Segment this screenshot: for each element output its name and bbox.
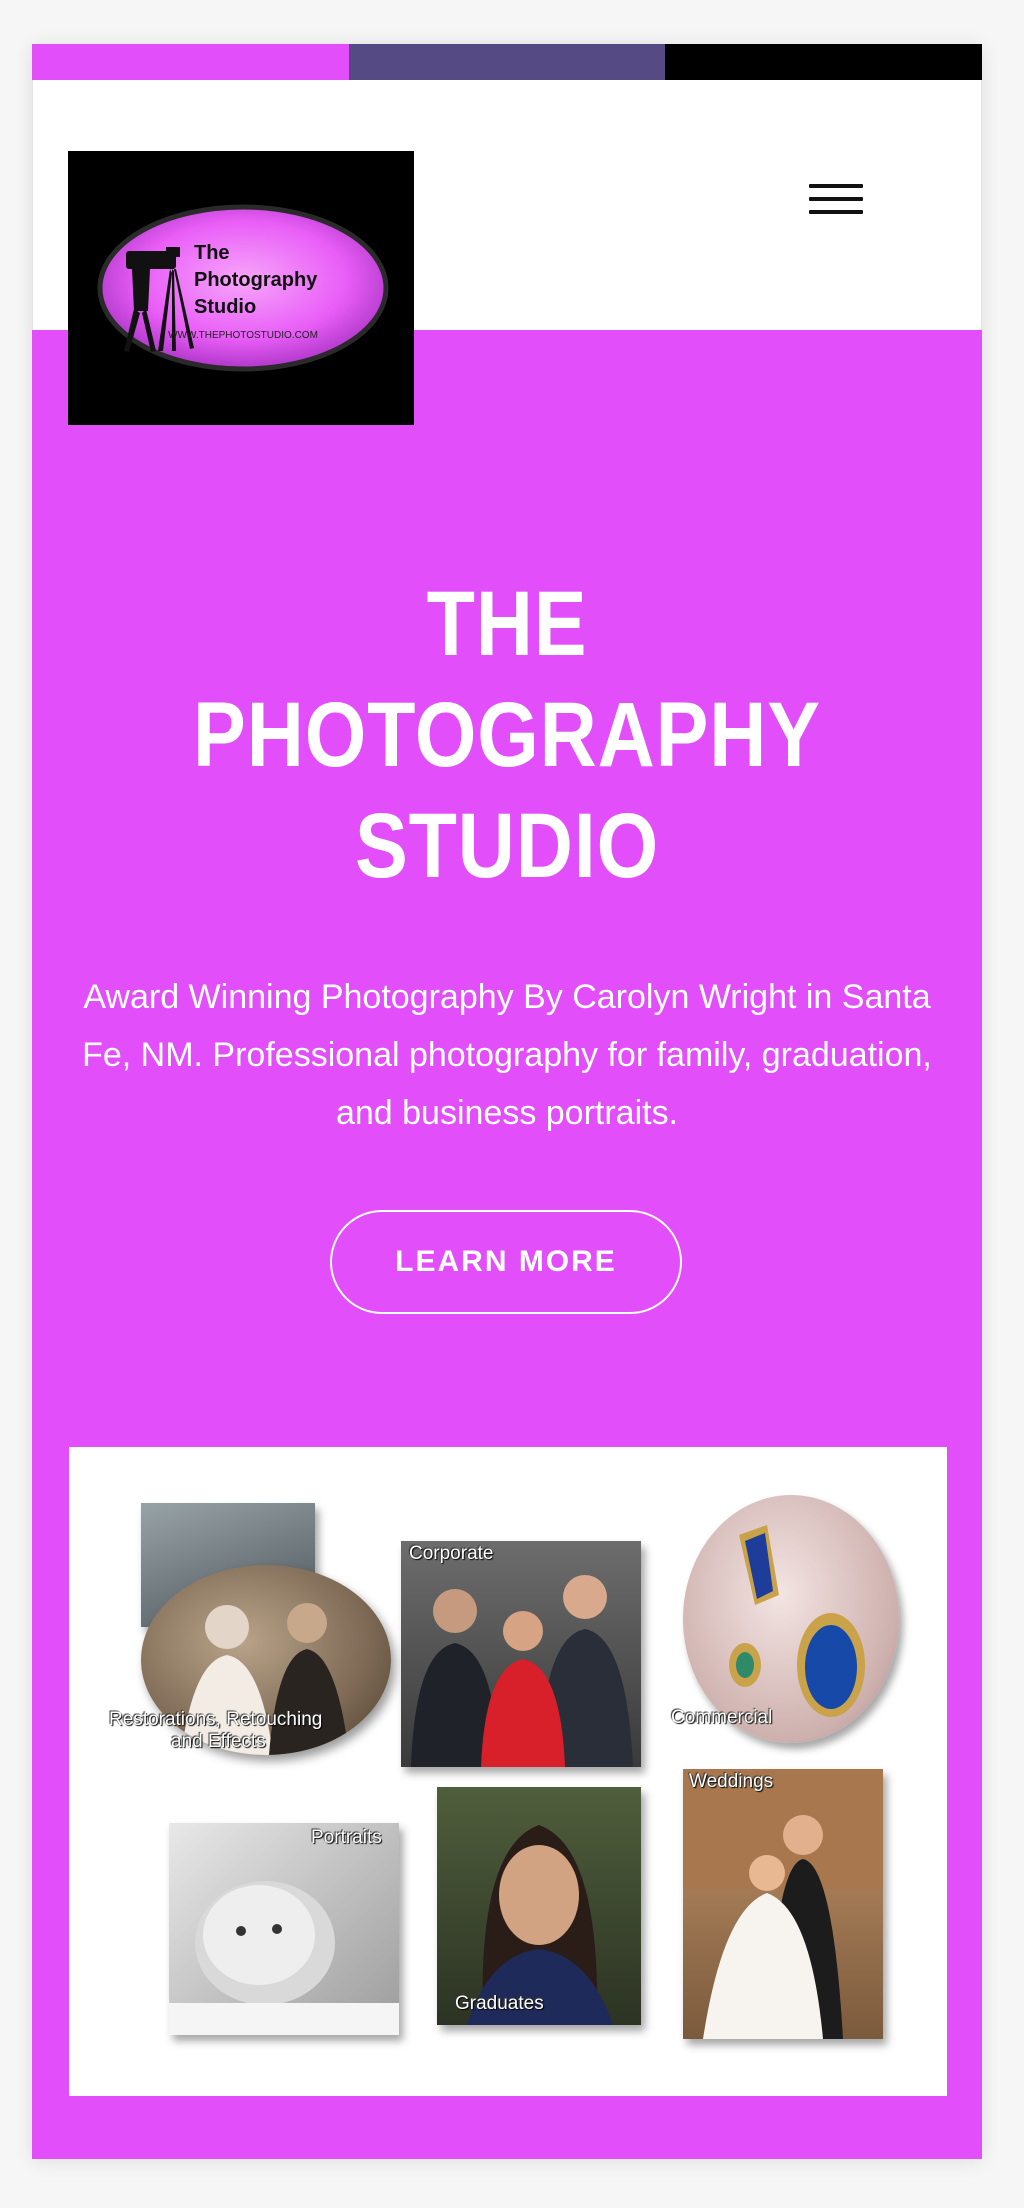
corporate-photo: [401, 1541, 641, 1767]
top-bar-segment-black: [665, 44, 983, 80]
menu-bar-top: [809, 184, 863, 188]
menu-bar-middle: [809, 197, 863, 201]
top-bar-segment-purple: [348, 44, 666, 80]
top-bar-segment-pink: [32, 44, 349, 80]
corporate-group-image: [411, 1575, 633, 1767]
svg-text:WWW.THEPHOTOSTUDIO.COM: WWW.THEPHOTOSTUDIO.COM: [168, 330, 318, 341]
photo-collage: Restorations, Retouching and Effects Cor…: [69, 1447, 947, 2096]
logo-graphic: The Photography Studio WWW.THEPHOTOSTUDI…: [97, 204, 389, 372]
graduate-portrait-image: [467, 1825, 613, 2025]
hero-title-line-1: THE: [426, 573, 588, 675]
caption-portraits: Portraits: [311, 1827, 382, 1848]
page-frame: The Photography Studio WWW.THEPHOTOSTUDI…: [32, 44, 983, 2159]
hero-title-line-3: STUDIO: [354, 795, 660, 897]
caption-corporate: Corporate: [409, 1543, 494, 1564]
jewelry-image: [729, 1525, 865, 1717]
caption-commercial: Commercial: [671, 1707, 773, 1728]
menu-bar-bottom: [809, 210, 863, 214]
portraits-photo: [169, 1823, 399, 2035]
caption-restorations: Restorations, Retouching: [109, 1709, 323, 1730]
caption-graduates: Graduates: [455, 1993, 544, 2014]
baby-portrait-image: [169, 1881, 399, 2035]
hero-subtitle: Award Winning Photography By Carolyn Wri…: [82, 978, 932, 1132]
wedding-couple-image: [683, 1769, 883, 2039]
hero-title-line-2: PHOTOGRAPHY: [193, 684, 821, 786]
site-logo[interactable]: The Photography Studio WWW.THEPHOTOSTUDI…: [68, 151, 414, 425]
svg-text:Photography: Photography: [194, 269, 318, 291]
caption-weddings: Weddings: [689, 1771, 774, 1792]
svg-text:Studio: Studio: [194, 296, 256, 318]
caption-restorations-2: and Effects: [171, 1731, 266, 1752]
svg-text:The: The: [194, 242, 230, 264]
top-color-bar: [32, 44, 983, 80]
graduates-photo: [437, 1787, 641, 2025]
commercial-photo: [683, 1495, 899, 1743]
weddings-photo: [683, 1769, 883, 2039]
learn-more-button[interactable]: LEARN MORE: [330, 1210, 682, 1314]
hamburger-menu-icon[interactable]: [807, 184, 867, 224]
hero-title: THE PHOTOGRAPHY STUDIO: [99, 569, 916, 902]
